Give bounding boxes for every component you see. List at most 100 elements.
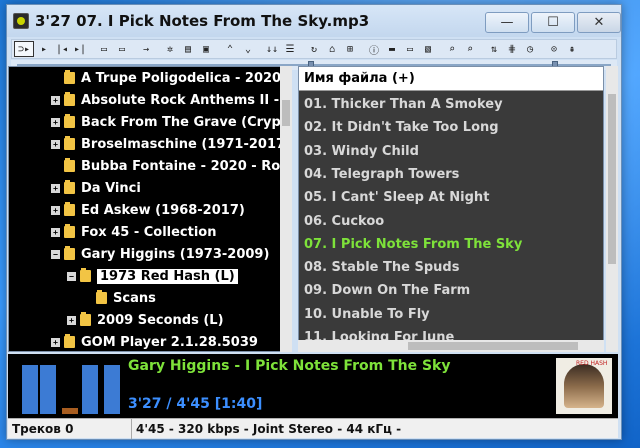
clock-button[interactable]: ◷ [522, 41, 538, 57]
skip-forward-icon: ▸| [73, 43, 87, 55]
close-button[interactable]: ✕ [577, 12, 621, 33]
equalizer-button[interactable]: ⇅ [486, 41, 502, 57]
view-button[interactable]: ▤ [180, 41, 196, 57]
playlist-row[interactable]: 08. Stable The Spuds [304, 256, 459, 279]
playlist-row[interactable]: 06. Cuckoo [304, 210, 384, 233]
playlist-row[interactable]: 10. Unable To Fly [304, 303, 430, 326]
arrow-button[interactable]: → [138, 41, 154, 57]
equalizer-icon: ⇅ [490, 43, 498, 55]
tag-button[interactable]: ⊞ [342, 41, 358, 57]
expand-icon[interactable]: + [51, 183, 60, 193]
playlist-row-playing[interactable]: 07. I Pick Notes From The Sky [304, 233, 522, 256]
tree-item[interactable]: + Broselmaschine (1971-2017) [51, 133, 291, 155]
album-cover[interactable]: RED HASH [556, 358, 612, 414]
folder-tree-scrollbar[interactable] [280, 66, 292, 352]
clock-icon: ◷ [526, 43, 534, 55]
expand-icon[interactable]: + [51, 95, 60, 105]
playlist-scrollbar[interactable] [606, 66, 618, 352]
tree-item-label: A Trupe Poligodelica - 2020 [81, 70, 282, 86]
skip-back-button[interactable]: |◂ [54, 41, 70, 57]
tree-item[interactable]: − 1973 Red Hash (L) [67, 265, 238, 287]
now-playing-panel: Gary Higgins - I Pick Notes From The Sky… [8, 354, 618, 418]
text-button[interactable]: ▬ [384, 41, 400, 57]
folder-icon [64, 246, 75, 260]
expand-icon[interactable]: + [51, 227, 60, 237]
now-playing-title: Gary Higgins - I Pick Notes From The Sky [128, 358, 451, 374]
collapse-icon[interactable]: − [67, 271, 76, 281]
close-icon: ✕ [593, 15, 605, 30]
timer-button[interactable]: ⊙ [546, 41, 562, 57]
playlist-row[interactable]: 05. I Cant' Sleep At Night [304, 186, 489, 209]
play-icon: ▸ [40, 43, 48, 55]
playlist-header-filename[interactable]: Имя файла (+) [299, 67, 603, 91]
playlist-hscroll-thumb[interactable] [408, 342, 578, 350]
toolbar: ⊃▸ ▸ |◂ ▸| ▭ ▭ → ✲ ▤ ▣ ⌃ ⌄ ↓↓ ☰ ↻ ⌂ ⊞ ⓘ ▬ ▭ ▧ ⌕ ⌕ ⇅ ⋕ ◷ ⊙ ⇞ [11, 39, 617, 59]
folder-open-button[interactable]: ▭ [114, 41, 130, 57]
image-button[interactable]: ▧ [420, 41, 436, 57]
app-icon[interactable] [13, 13, 29, 29]
play-button[interactable]: ▸ [36, 41, 52, 57]
window-button[interactable]: ▣ [198, 41, 214, 57]
zoom-button[interactable]: ⌕ [462, 41, 478, 57]
info-icon: ⓘ [369, 45, 379, 57]
playlist-row[interactable]: 02. It Didn't Take Too Long [304, 116, 499, 139]
tree-item-label: Scans [113, 290, 156, 306]
tree-item[interactable]: + GOM Player 2.1.28.5039 [51, 331, 258, 351]
skip-forward-button[interactable]: ▸| [72, 41, 88, 57]
tree-item-label: Gary Higgins (1973-2009) [81, 246, 270, 262]
skip-back-icon: |◂ [55, 43, 69, 55]
collapse-icon[interactable]: − [51, 249, 60, 259]
expand-icon[interactable]: + [51, 205, 60, 215]
tree-item[interactable]: + Back From The Grave (Crypt [51, 111, 287, 133]
window-title: 3'27 07. I Pick Notes From The Sky.mp3 [35, 12, 370, 30]
folder-icon [96, 290, 107, 304]
search-button[interactable]: ⌕ [444, 41, 460, 57]
info-button[interactable]: ⓘ [366, 41, 382, 57]
tree-item[interactable]: + Absolute Rock Anthems II - [51, 89, 279, 111]
folder-up-icon: ▭ [100, 43, 108, 55]
tree-item[interactable]: + Ed Askew (1968-2017) [51, 199, 245, 221]
tree-item[interactable]: A Trupe Poligodelica - 2020 [51, 67, 281, 89]
sliders-button[interactable]: ⋕ [504, 41, 520, 57]
title-bar[interactable]: 3'27 07. I Pick Notes From The Sky.mp3 —… [7, 5, 621, 37]
caret-down-button[interactable]: ⌄ [240, 41, 256, 57]
tree-item-label: Broselmaschine (1971-2017) [81, 136, 291, 152]
playlist-row[interactable]: 01. Thicker Than A Smokey [304, 93, 503, 116]
folder-icon [64, 224, 75, 238]
caret-up-button[interactable]: ⌃ [222, 41, 238, 57]
list-icon: ☰ [285, 43, 295, 55]
home-button[interactable]: ⌂ [324, 41, 340, 57]
tree-item[interactable]: − Gary Higgins (1973-2009) [51, 243, 269, 265]
expand-icon[interactable]: + [51, 117, 60, 127]
tree-item[interactable]: Scans [83, 287, 156, 309]
tree-item[interactable]: + Fox 45 - Collection [51, 221, 217, 243]
playlist-scroll-thumb[interactable] [608, 94, 616, 264]
scroll-button[interactable]: ⇞ [564, 41, 580, 57]
refresh-button[interactable]: ↻ [306, 41, 322, 57]
folder-tree[interactable]: A Trupe Poligodelica - 2020 + Absolute Roc… [8, 66, 291, 352]
expand-icon[interactable]: + [51, 337, 60, 347]
folder-icon [64, 158, 75, 172]
dash-button[interactable]: ▭ [402, 41, 418, 57]
list-button[interactable]: ☰ [282, 41, 298, 57]
caret-up-icon: ⌃ [226, 43, 234, 55]
playlist-row[interactable]: 04. Telegraph Towers [304, 163, 459, 186]
folder-tree-scroll-thumb[interactable] [282, 100, 290, 126]
tree-item[interactable]: +2009 Seconds (L) [67, 309, 224, 331]
expand-icon[interactable]: + [67, 315, 76, 325]
playlist-row[interactable]: 03. Windy Child [304, 140, 419, 163]
playlist-hscrollbar[interactable] [298, 340, 604, 352]
gear-button[interactable]: ✲ [162, 41, 178, 57]
sort-button[interactable]: ↓↓ [264, 41, 280, 57]
folder-up-button[interactable]: ▭ [96, 41, 112, 57]
playback-time[interactable]: 3'27 / 4'45 [1:40] [128, 396, 262, 412]
tree-item[interactable]: Bubba Fontaine - 2020 - Ro [51, 155, 280, 177]
expand-icon[interactable]: + [51, 139, 60, 149]
play-next-button[interactable]: ⊃▸ [14, 41, 34, 57]
minimize-icon: — [500, 15, 514, 30]
maximize-button[interactable]: ☐ [531, 12, 575, 33]
tree-item[interactable]: + Da Vinci [51, 177, 141, 199]
minimize-button[interactable]: — [485, 12, 529, 33]
playlist-row[interactable]: 09. Down On The Farm [304, 279, 470, 302]
playlist[interactable]: Имя файла (+) 01. Thicker Than A Smokey 0… [298, 66, 604, 352]
